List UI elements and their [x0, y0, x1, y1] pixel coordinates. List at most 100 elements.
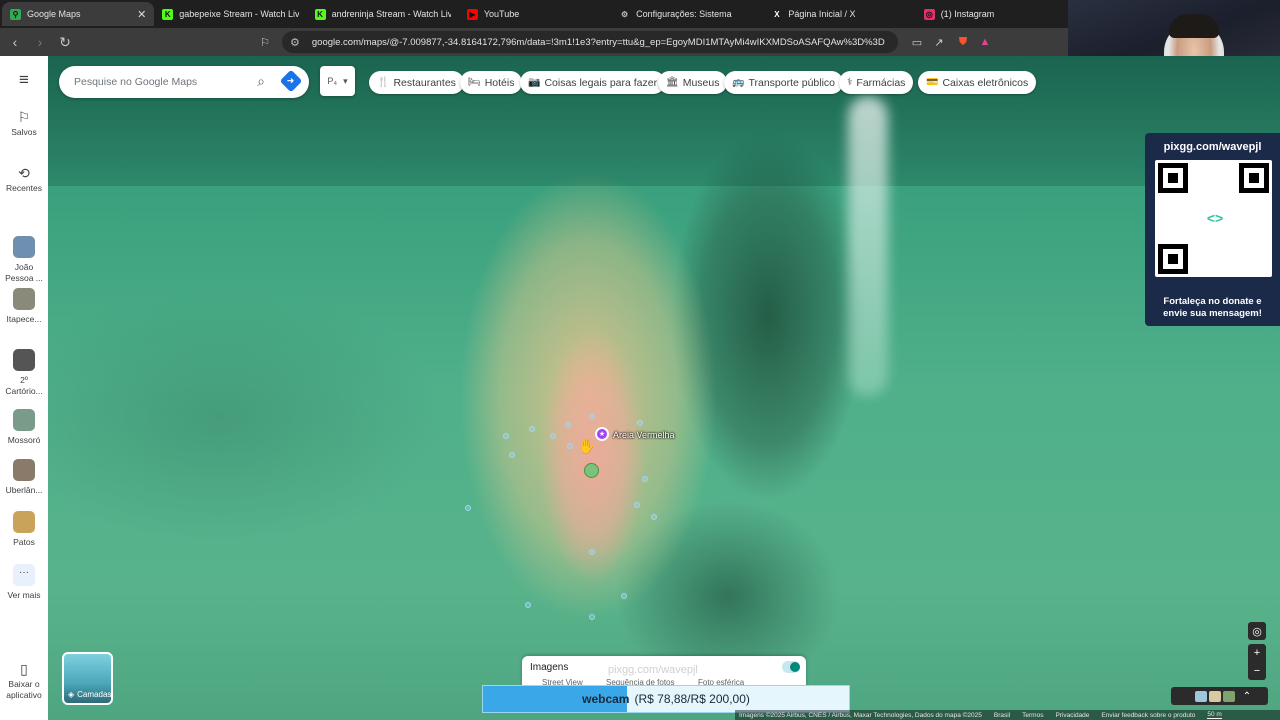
photo-dot[interactable]: [565, 422, 571, 428]
site-info-icon[interactable]: ⚙: [290, 36, 300, 49]
saved-button[interactable]: ⚐ Salvos: [0, 109, 48, 138]
more-button[interactable]: ··· Ver mais: [0, 564, 48, 601]
photo-dot[interactable]: [634, 502, 640, 508]
map-surf-line: [848, 96, 888, 396]
chip-label: Farmácias: [856, 76, 906, 89]
photo-dot[interactable]: [529, 426, 535, 432]
recent-place-label: 2º Cartório...: [5, 375, 43, 396]
chip-label: Museus: [682, 76, 720, 89]
footer-link-country[interactable]: Brasil: [994, 712, 1010, 719]
directions-icon[interactable]: ➜: [279, 69, 303, 93]
recent-place[interactable]: João Pessoa ...: [0, 236, 48, 284]
brave-rewards-icon[interactable]: ▲: [978, 34, 992, 50]
menu-button[interactable]: ≡: [0, 71, 48, 89]
pegman-icon[interactable]: ✋: [578, 438, 595, 455]
reload-icon[interactable]: ↻: [55, 32, 75, 52]
chip-farmácias[interactable]: ⚕ Farmácias: [839, 71, 914, 94]
tab-title: Configurações: Sistema: [636, 9, 732, 19]
back-icon[interactable]: ‹: [5, 32, 25, 52]
bookmark-icon[interactable]: ⚐: [258, 34, 272, 50]
chip-icon: 🚌: [732, 77, 745, 88]
recent-place[interactable]: Mossoró: [0, 409, 48, 446]
tab-title: andreninja Stream - Watch Live on K: [331, 9, 451, 19]
chip-museus[interactable]: 🏛 Museus: [658, 71, 728, 94]
streamer-hair: [1169, 14, 1219, 38]
qr-finder: [1158, 244, 1188, 274]
recent-place[interactable]: Patos: [0, 511, 48, 548]
expand-icon[interactable]: ⌃: [1237, 691, 1257, 702]
qr-code: <>: [1155, 160, 1272, 277]
photo-dot[interactable]: [637, 420, 643, 426]
images-toggle[interactable]: [782, 661, 800, 673]
chip-hotéis[interactable]: 🛏 Hotéis: [460, 71, 523, 94]
layers-button[interactable]: ◈ Camadas: [62, 652, 113, 705]
photo-dot[interactable]: [503, 433, 509, 439]
chip-caixas-eletrônicos[interactable]: 💳 Caixas eletrônicos: [918, 71, 1037, 94]
search-box[interactable]: Pesquise no Google Maps ⌕ ➜: [59, 66, 309, 98]
donation-label: webcam: [582, 692, 630, 706]
address-bar[interactable]: ⚙ google.com/maps/@-7.009877,-34.8164172…: [282, 31, 898, 53]
browser-tab[interactable]: ⚙ Configurações: Sistema: [611, 2, 763, 26]
photo-dot[interactable]: [509, 452, 515, 458]
photo-dot[interactable]: [465, 505, 471, 511]
saved-label: Salvos: [11, 127, 37, 137]
recent-place[interactable]: Itapece...: [0, 288, 48, 325]
imagery-thumb[interactable]: [1209, 690, 1221, 702]
chip-restaurantes[interactable]: 🍴 Restaurantes: [369, 71, 464, 94]
browser-tab[interactable]: X Página Inicial / X: [763, 2, 915, 26]
my-location-icon[interactable]: ◎: [1248, 622, 1266, 640]
photo-dot[interactable]: [651, 514, 657, 520]
satellite-map[interactable]: [48, 56, 1280, 720]
scale-label: 50 m: [1207, 711, 1222, 719]
bookmark-icon: ⚐: [17, 109, 31, 125]
map-footer: Imagens ©2025 Airbus, CNES / Airbus, Max…: [735, 710, 1280, 720]
brave-shield-icon[interactable]: ⛊: [956, 34, 970, 50]
browser-tab[interactable]: ⚲ Google Maps ✕: [2, 2, 155, 26]
photo-dot[interactable]: [525, 602, 531, 608]
recent-place[interactable]: 2º Cartório...: [0, 349, 48, 397]
browser-tab[interactable]: Kgabepeixe Stream - Watch Live on K: [154, 2, 306, 26]
more-icon: ···: [13, 564, 35, 586]
photo-dot[interactable]: [642, 476, 648, 482]
search-icon[interactable]: ⌕: [257, 73, 265, 90]
recent-place[interactable]: Uberlân...: [0, 459, 48, 496]
photo-dot[interactable]: [567, 443, 573, 449]
browser-tab[interactable]: ▶ YouTube: [459, 2, 611, 26]
share-icon[interactable]: ↗: [932, 34, 946, 50]
close-tab-icon[interactable]: ✕: [137, 8, 146, 21]
imagery-thumb[interactable]: [1223, 690, 1235, 702]
chip-icon: 🍴: [377, 77, 390, 88]
people-picker-button[interactable]: P₄ ▾: [320, 66, 355, 96]
cast-icon[interactable]: ▭: [910, 34, 924, 50]
photo-dot[interactable]: [589, 549, 595, 555]
browser-tab[interactable]: ◎ (1) Instagram: [916, 2, 1068, 26]
imagery-thumb[interactable]: [1195, 690, 1207, 702]
qr-finder: [1158, 163, 1188, 193]
gear-icon: ⚙: [621, 9, 629, 19]
place-thumbnail: [13, 349, 35, 371]
chip-transporte-público[interactable]: 🚌 Transporte público: [724, 71, 844, 94]
photo-dot[interactable]: [589, 413, 595, 419]
footer-link-terms[interactable]: Termos: [1022, 712, 1043, 719]
download-app-label: Baixar o aplicativo: [6, 679, 42, 700]
photo-dot[interactable]: [589, 614, 595, 620]
zoom-in-button[interactable]: +: [1248, 644, 1266, 662]
donation-qr-panel: pixgg.com/wavepjl <> Fortaleça no donate…: [1145, 133, 1280, 326]
spherical-photo-marker[interactable]: [584, 463, 599, 478]
footer-link-privacy[interactable]: Privacidade: [1055, 712, 1089, 719]
forward-icon[interactable]: ›: [30, 32, 50, 52]
layers-icon: ◈: [68, 690, 75, 699]
chip-coisas-legais-para-fazer[interactable]: 📷 Coisas legais para fazer: [520, 71, 666, 94]
place-label[interactable]: Areia Vermelha: [613, 430, 675, 440]
download-app-button[interactable]: ▯ Baixar o aplicativo: [0, 662, 48, 701]
browser-tab[interactable]: Kandreninja Stream - Watch Live on K: [307, 2, 459, 26]
place-thumbnail: [13, 409, 35, 431]
search-input[interactable]: Pesquise no Google Maps: [74, 76, 197, 88]
photo-dot[interactable]: [550, 433, 556, 439]
place-marker-icon[interactable]: ★: [595, 427, 609, 441]
recents-button[interactable]: ⟲ Recentes: [0, 166, 48, 194]
imagery-switcher[interactable]: ⌃: [1171, 687, 1268, 705]
photo-dot[interactable]: [621, 593, 627, 599]
footer-link-feedback[interactable]: Enviar feedback sobre o produto: [1101, 712, 1195, 719]
zoom-out-button[interactable]: −: [1248, 662, 1266, 680]
